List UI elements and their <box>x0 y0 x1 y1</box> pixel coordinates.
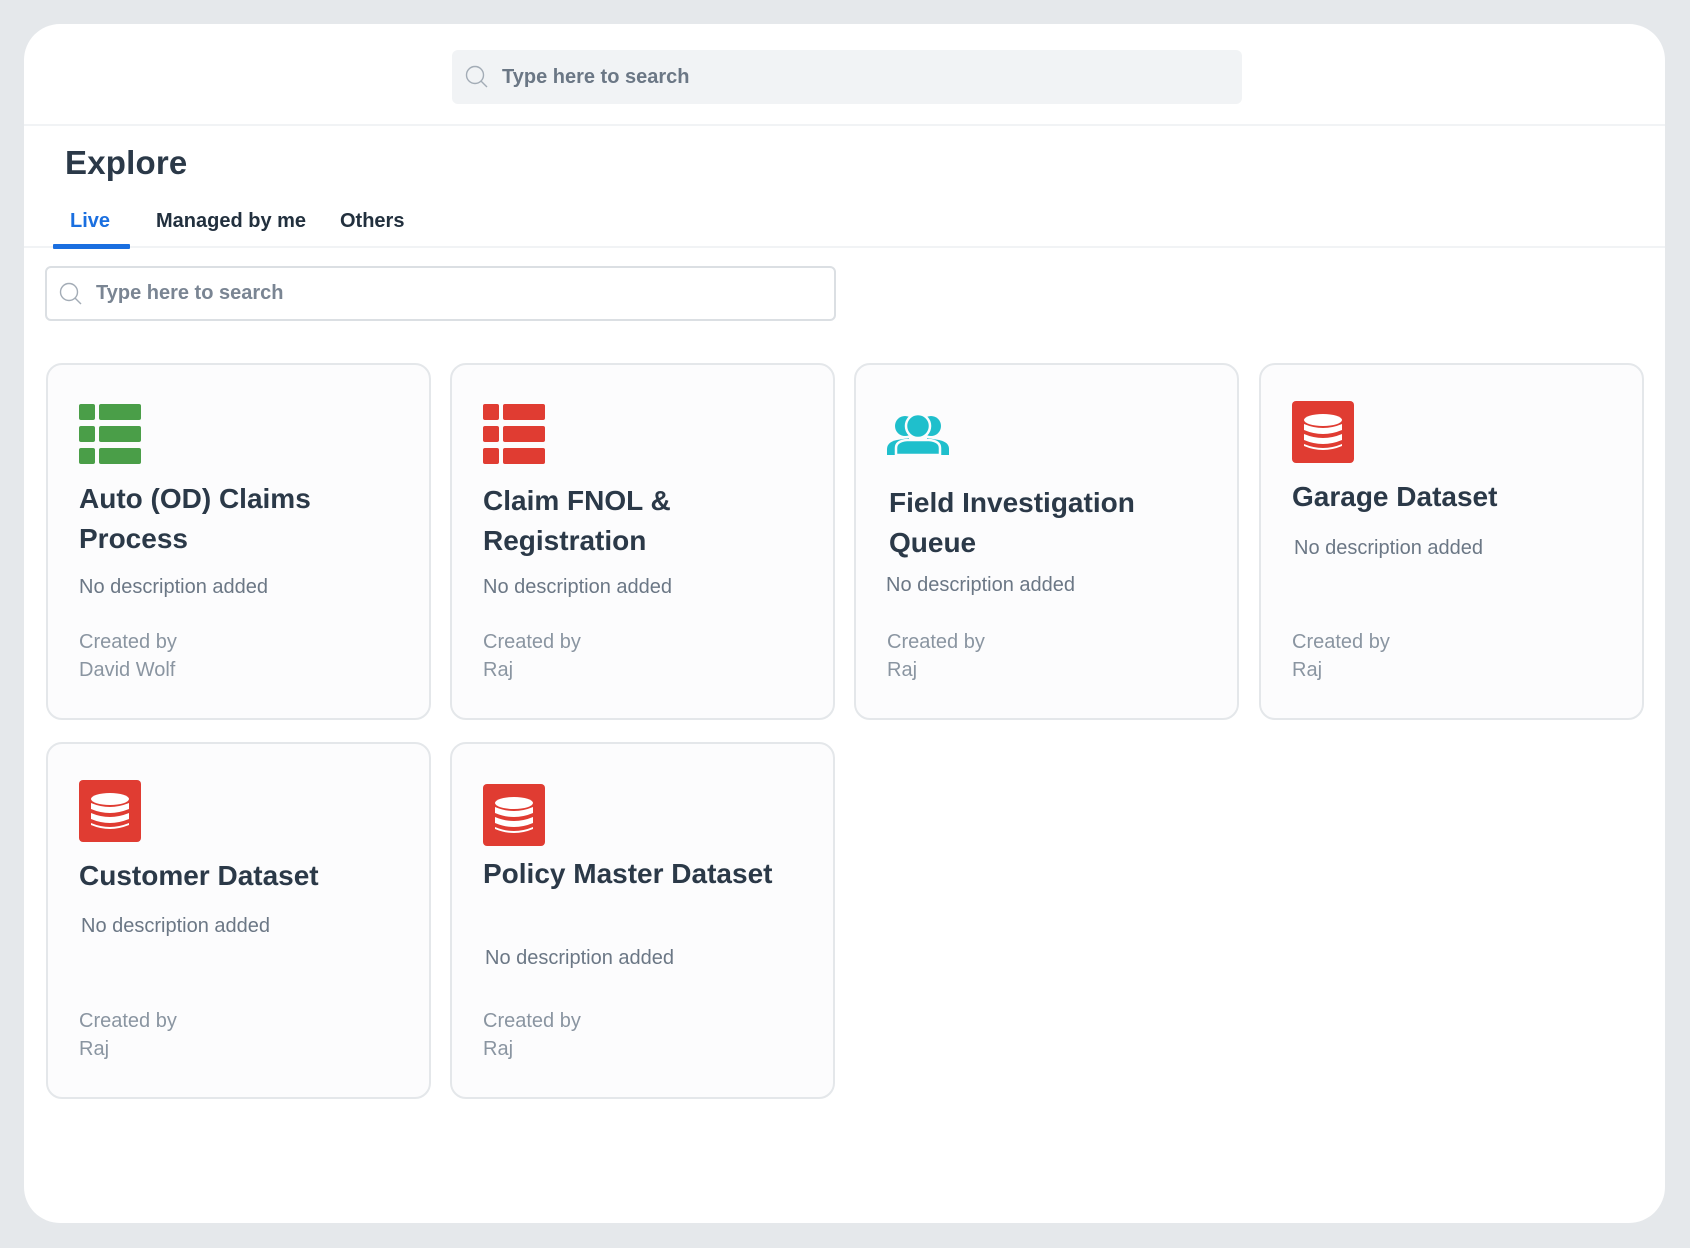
database-icon <box>483 784 545 846</box>
created-by-label: Created by <box>1292 631 1390 653</box>
card-title: Field Investigation Queue <box>889 487 1135 558</box>
card-author: Raj <box>79 1038 110 1060</box>
users-icon <box>887 415 949 455</box>
card-description: No description added <box>485 947 675 969</box>
card-claim-fnol-registration[interactable]: Claim FNOL & Registration No description… <box>450 363 835 720</box>
card-author: Raj <box>483 1038 514 1060</box>
card-author: Raj <box>1292 659 1323 681</box>
card-customer-dataset[interactable]: Customer Dataset No description added Cr… <box>46 742 431 1099</box>
card-description: No description added <box>79 576 269 598</box>
device-frame: Explore Live Managed by me Others <box>0 0 1690 1248</box>
search-icon <box>59 282 82 304</box>
card-title: Claim FNOL & Registration <box>483 485 671 556</box>
card-policy-master-dataset[interactable]: Policy Master Dataset No description add… <box>450 742 835 1099</box>
card-description: No description added <box>886 574 1076 596</box>
active-tab-indicator <box>53 244 130 249</box>
card-description: No description added <box>1294 537 1484 559</box>
database-icon <box>79 780 141 842</box>
top-header <box>24 24 1665 126</box>
created-by-label: Created by <box>79 631 177 653</box>
card-garage-dataset[interactable]: Garage Dataset No description added Crea… <box>1259 363 1644 720</box>
card-author: David Wolf <box>79 659 176 681</box>
global-search[interactable] <box>452 50 1242 104</box>
tab-bar: Live Managed by me Others <box>24 200 1665 249</box>
card-author: Raj <box>887 659 918 681</box>
created-by-label: Created by <box>887 631 985 653</box>
tab-managed-by-me[interactable]: Managed by me <box>156 210 306 233</box>
table-icon <box>483 404 545 464</box>
database-icon <box>1292 401 1354 463</box>
created-by-label: Created by <box>483 1010 581 1032</box>
app-screen: Explore Live Managed by me Others <box>24 24 1665 1223</box>
page-title: Explore <box>65 144 188 181</box>
card-description: No description added <box>483 576 673 598</box>
card-title: Garage Dataset <box>1292 481 1498 512</box>
search-icon <box>465 65 488 88</box>
card-field-investigation-queue[interactable]: Field Investigation Queue No description… <box>854 363 1239 720</box>
card-auto-od-claims-process[interactable]: Auto (OD) Claims Process No description … <box>46 363 431 720</box>
card-title: Auto (OD) Claims Process <box>79 483 311 554</box>
explore-search[interactable] <box>45 266 836 321</box>
global-search-input[interactable] <box>502 65 1202 89</box>
tab-others[interactable]: Others <box>340 210 404 233</box>
created-by-label: Created by <box>79 1010 177 1032</box>
card-author: Raj <box>483 659 514 681</box>
card-title: Policy Master Dataset <box>483 858 773 889</box>
card-title: Customer Dataset <box>79 860 319 891</box>
created-by-label: Created by <box>483 631 581 653</box>
explore-search-input[interactable] <box>96 282 796 305</box>
table-icon <box>79 404 141 464</box>
tab-live[interactable]: Live <box>70 210 110 233</box>
card-description: No description added <box>81 915 271 937</box>
